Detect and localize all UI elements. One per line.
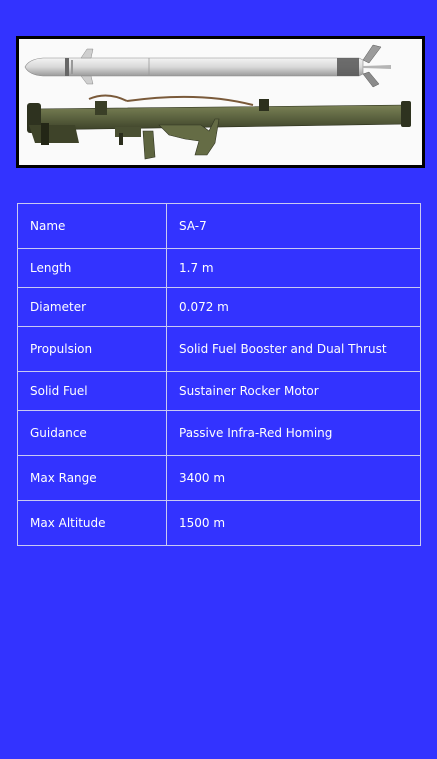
table-row: Solid Fuel Sustainer Rocker Motor [17, 371, 421, 411]
table-row: Diameter 0.072 m [17, 287, 421, 327]
spec-label: Solid Fuel [17, 371, 167, 411]
spec-value: 1.7 m [166, 248, 421, 288]
spec-value: 0.072 m [166, 287, 421, 327]
spec-label: Diameter [17, 287, 167, 327]
spec-label: Guidance [17, 410, 167, 456]
table-row: Length 1.7 m [17, 248, 421, 288]
specs-table: Name SA-7 Length 1.7 m Diameter 0.072 m … [17, 203, 421, 546]
spec-value: Solid Fuel Booster and Dual Thrust [166, 326, 421, 372]
spec-label: Propulsion [17, 326, 167, 372]
missile-photo [16, 36, 425, 168]
spec-label: Max Altitude [17, 500, 167, 546]
spec-value: 1500 m [166, 500, 421, 546]
spec-label: Length [17, 248, 167, 288]
spec-label: Name [17, 203, 167, 249]
spec-value: SA-7 [166, 203, 421, 249]
table-row: Name SA-7 [17, 203, 421, 249]
spec-value: 3400 m [166, 455, 421, 501]
spec-value: Sustainer Rocker Motor [166, 371, 421, 411]
table-row: Propulsion Solid Fuel Booster and Dual T… [17, 326, 421, 372]
table-row: Max Range 3400 m [17, 455, 421, 501]
table-row: Guidance Passive Infra-Red Homing [17, 410, 421, 456]
table-row: Max Altitude 1500 m [17, 500, 421, 546]
spec-value: Passive Infra-Red Homing [166, 410, 421, 456]
missile-launcher-illustration [19, 39, 422, 165]
spec-label: Max Range [17, 455, 167, 501]
